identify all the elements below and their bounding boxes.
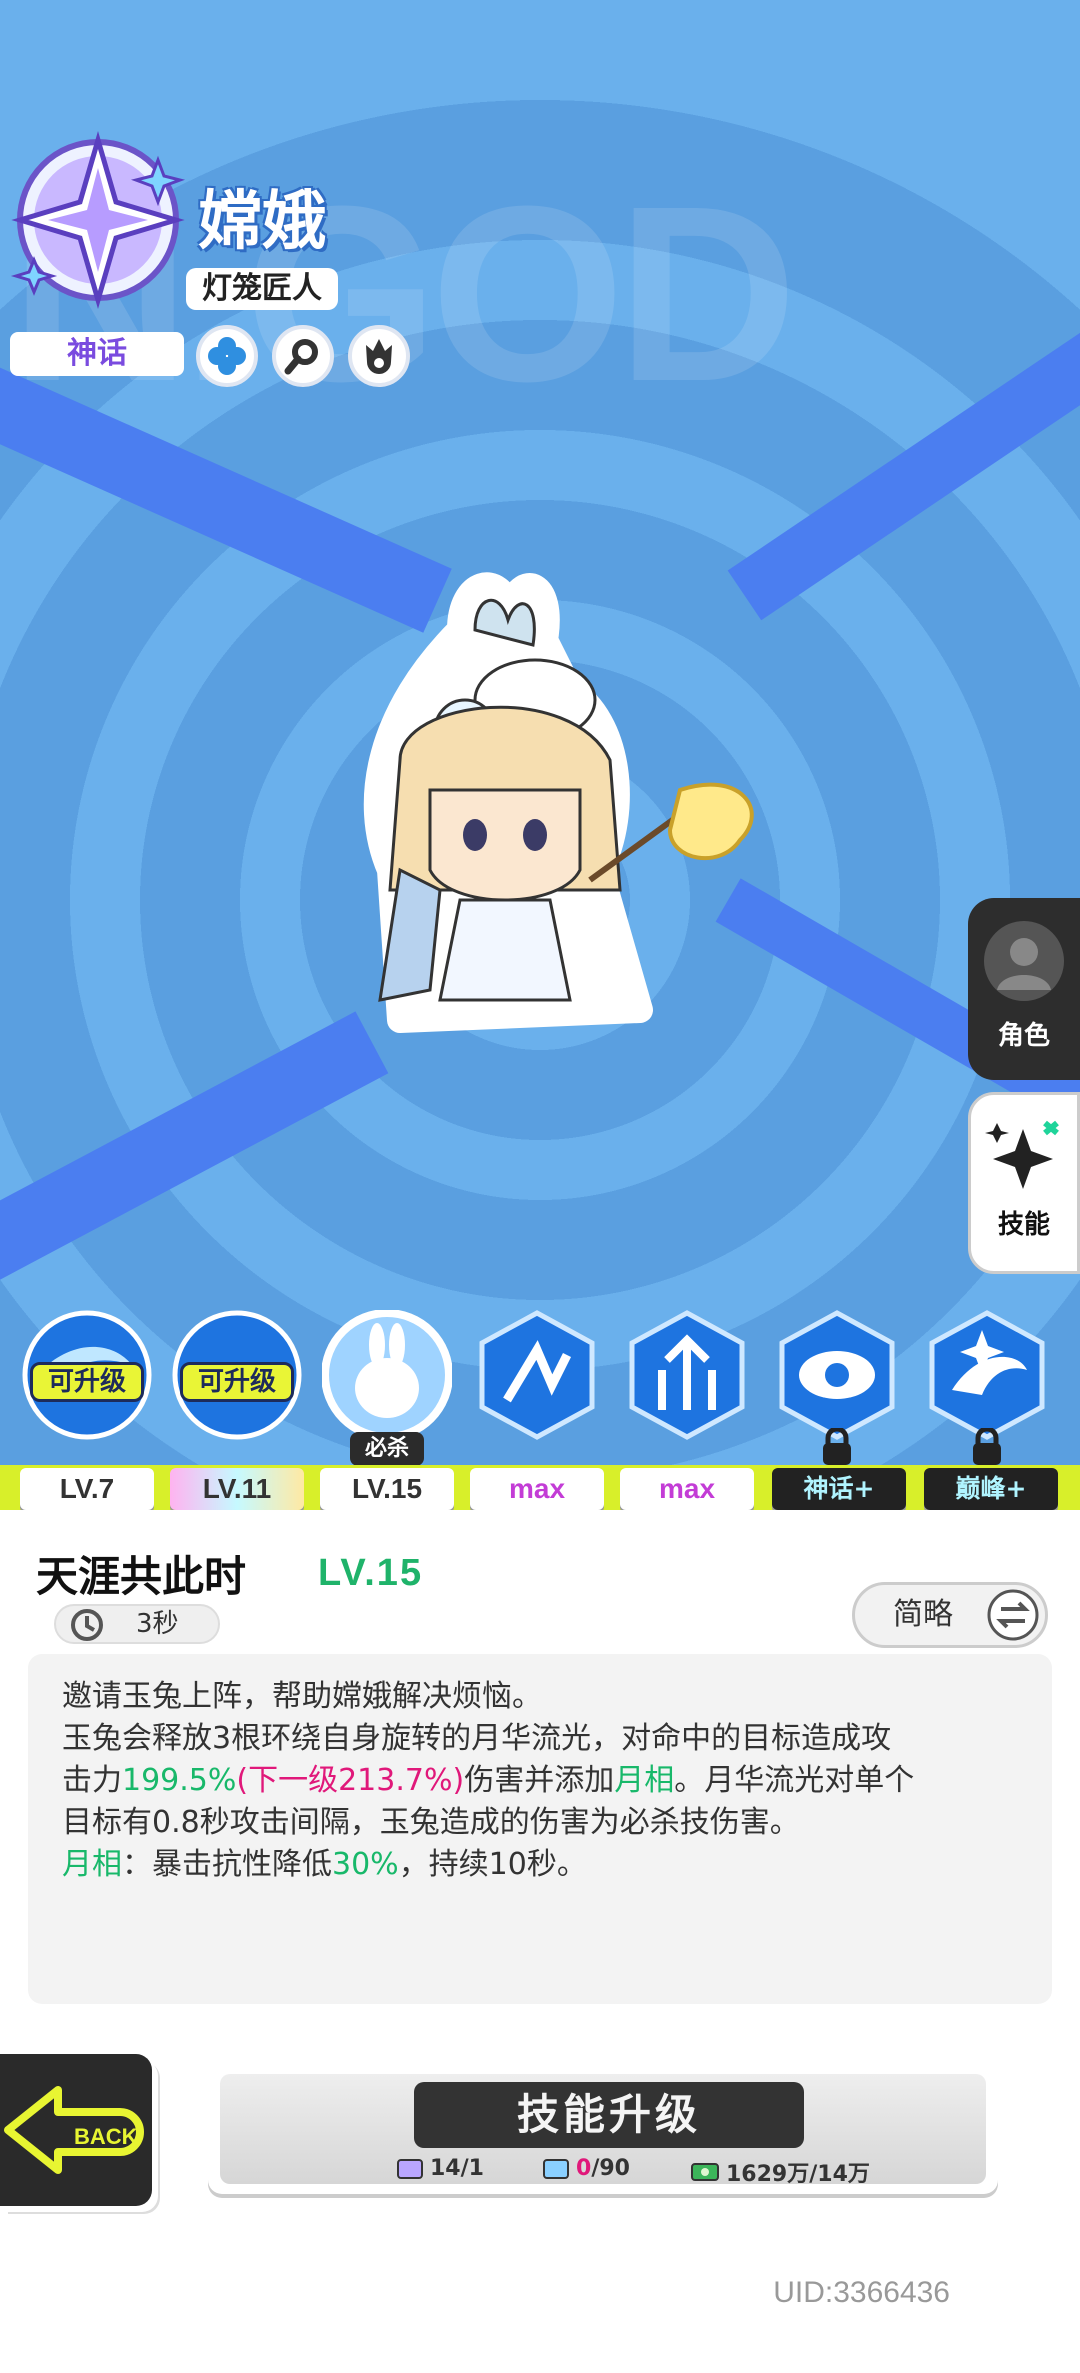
flame-tag-icon[interactable] [348, 325, 410, 387]
tab-character-label: 角色 [997, 1021, 1050, 1051]
skill-level-3[interactable]: LV.15 [320, 1468, 454, 1510]
desc-line: 击力199.5%(下一级213.7%)伤害并添加月相。月华流光对单个 [62, 1760, 1018, 1802]
skill-slot-2[interactable]: 可升级 [172, 1310, 302, 1440]
brief-toggle-button[interactable]: 简略 [852, 1582, 1048, 1648]
desc-line: 月相：暴击抗性降低30%，持续10秒。 [62, 1844, 1018, 1886]
cost-skill-book: 14/1 [396, 2156, 484, 2181]
cost-ticket-need: /90 [591, 2156, 630, 2181]
skill-level-1[interactable]: LV.7 [20, 1468, 154, 1510]
skill-list: 可升级 可升级 必杀 [0, 1310, 1080, 1466]
desc-line: 邀请玉兔上阵，帮助嫦娥解决烦恼。 [62, 1679, 542, 1714]
desc-text: 击力 [62, 1763, 122, 1798]
skill-slot-7[interactable] [922, 1310, 1052, 1465]
skill-upgrade-button[interactable]: 技能升级 14/1 0/90 1629万/14万 [208, 2064, 998, 2194]
back-arrow-icon: BACK [4, 2086, 144, 2174]
skill-level-7[interactable]: 巅峰+ [924, 1468, 1058, 1510]
crit-resist-value: 30% [332, 1847, 399, 1882]
next-level-value: (下一级213.7%) [236, 1763, 465, 1798]
desc-line: 玉兔会释放3根环绕自身旋转的月华流光，对命中的目标造成攻 [62, 1721, 892, 1756]
skill-slot-4[interactable] [472, 1310, 602, 1440]
cooldown-icon [71, 1609, 103, 1641]
cost-skill-book-value: 14/1 [430, 2156, 484, 2181]
speed-streak [0, 1011, 389, 1299]
upgradable-badge: 可升级 [180, 1362, 294, 1402]
hero-title: 灯笼匠人 [186, 268, 338, 310]
desc-line: 目标有0.8秒攻击间隔，玉兔造成的伤害为必杀技伤害。 [62, 1805, 800, 1840]
skill-slot-6[interactable] [772, 1310, 902, 1465]
skill-level: LV.15 [318, 1552, 424, 1594]
desc-text: ：暴击抗性降低 [122, 1847, 332, 1882]
rarity-label: 神话 [10, 332, 184, 376]
clover-tag-icon[interactable] [196, 325, 258, 387]
upgrade-label: 技能升级 [414, 2082, 804, 2148]
cost-gold-value: 1629万/14万 [726, 2162, 870, 2187]
desc-text: 伤害并添加 [464, 1763, 615, 1798]
skill-level-5[interactable]: max [620, 1468, 754, 1510]
skill-level-4[interactable]: max [470, 1468, 604, 1510]
skill-book-icon [397, 2158, 423, 2179]
keyword-moon-phase: 月相 [614, 1763, 675, 1798]
hero-name: 嫦娥 [198, 185, 326, 259]
ticket-icon [543, 2158, 569, 2179]
user-id: UID:3366436 [773, 2276, 950, 2309]
arrows-up-skill-icon [629, 1310, 745, 1440]
skill-slot-3[interactable]: 必杀 [322, 1310, 452, 1466]
cost-ticket: 0/90 [542, 2156, 630, 2181]
desc-text: ，持续10秒。 [398, 1847, 587, 1882]
upgradable-badge: 可升级 [30, 1362, 144, 1402]
cooldown-badge: 3秒 [54, 1604, 220, 1644]
back-button[interactable]: BACK [0, 2054, 152, 2206]
skill-description: 邀请玉兔上阵，帮助嫦娥解决烦恼。 玉兔会释放3根环绕自身旋转的月华流光，对命中的… [28, 1654, 1052, 2004]
keyword-moon-phase: 月相 [62, 1847, 122, 1882]
skill-slot-1[interactable]: 可升级 [22, 1310, 152, 1440]
damage-value: 199.5% [122, 1763, 237, 1798]
comet-skill-icon [929, 1310, 1045, 1440]
cost-ticket-value: 0/90 [576, 2156, 630, 2181]
lock-icon [823, 1428, 851, 1465]
sparkle-icon [985, 1120, 1059, 1189]
cost-ticket-have: 0 [576, 2156, 592, 2181]
lock-icon [973, 1428, 1001, 1465]
tab-skills[interactable]: 技能 [968, 1092, 1080, 1274]
spike-skill-icon [479, 1310, 595, 1440]
hero-showcase: N.GOD 嫦娥 灯笼匠人 神话 角色 技能 可升级 可升级 必杀 [0, 0, 1080, 1510]
hero-character-art [363, 572, 754, 1033]
search-tag-icon[interactable] [272, 325, 334, 387]
avatar-icon [984, 921, 1064, 1001]
rarity-emblem-icon [10, 131, 186, 309]
tab-skills-label: 技能 [997, 1210, 1050, 1240]
skill-name: 天涯共此时 [36, 1552, 247, 1601]
cost-gold: 1629万/14万 [690, 2156, 870, 2188]
cash-icon [691, 2163, 719, 2181]
swap-icon [987, 1589, 1039, 1641]
skill-level-2[interactable]: LV.11 [170, 1468, 304, 1510]
skill-level-6[interactable]: 神话+ [772, 1468, 906, 1510]
tab-character[interactable]: 角色 [968, 898, 1080, 1080]
back-label: BACK [74, 2124, 138, 2149]
rabbit-skill-icon [322, 1310, 452, 1440]
ultimate-badge: 必杀 [350, 1432, 424, 1466]
eye-storm-skill-icon [779, 1310, 895, 1440]
upgrade-button-face: 技能升级 14/1 0/90 1629万/14万 [220, 2074, 986, 2187]
brief-toggle-label: 简略 [893, 1597, 953, 1632]
cooldown-value: 3秒 [136, 1609, 179, 1639]
desc-text: 。月华流光对单个 [674, 1763, 915, 1798]
skill-slot-5[interactable] [622, 1310, 752, 1440]
